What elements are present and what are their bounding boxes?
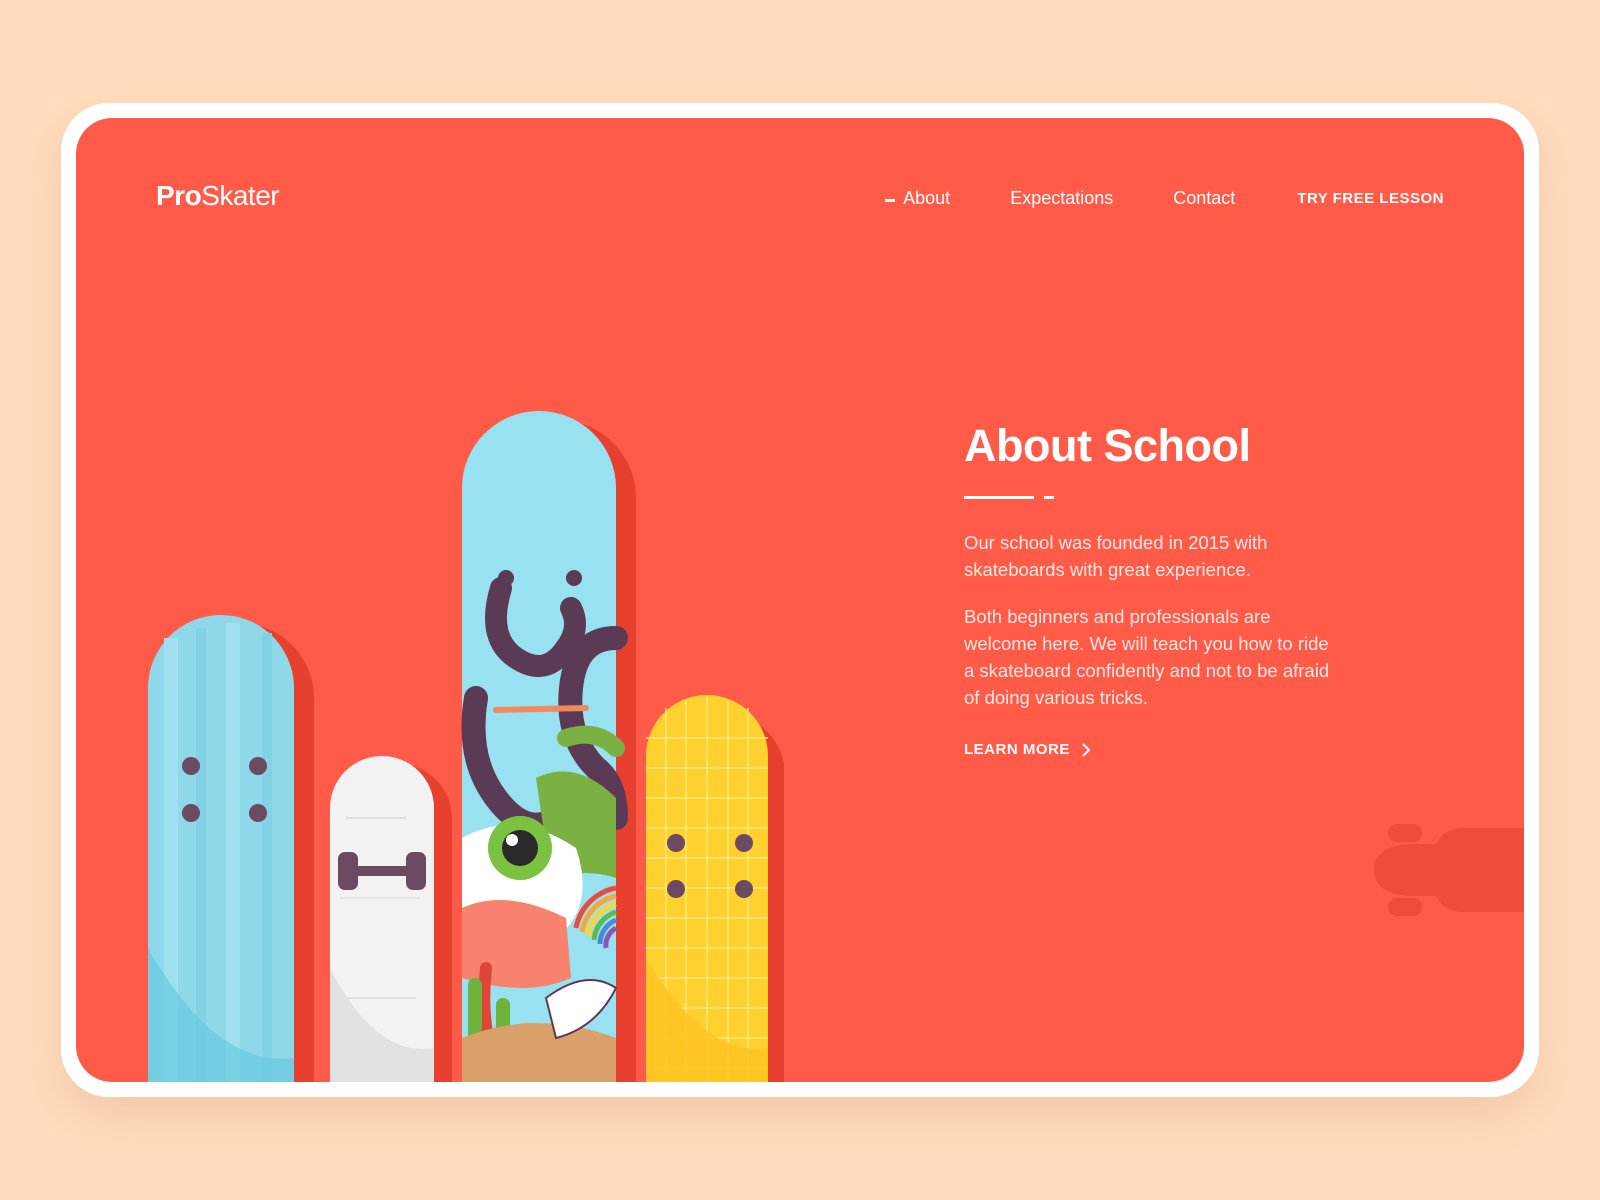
- intro-paragraph: Our school was founded in 2015 with skat…: [964, 532, 1268, 580]
- learn-more-label: LEARN MORE: [964, 741, 1070, 758]
- body-paragraph: Both beginners and professionals are wel…: [964, 606, 1330, 708]
- main-panel: ProSkater About Expectations Contact TRY…: [76, 118, 1524, 1082]
- nav-item-contact[interactable]: Contact: [1173, 188, 1235, 209]
- skateboards-illustration: [148, 411, 784, 1082]
- chevron-right-icon: [1082, 743, 1090, 756]
- board-yellow: [646, 695, 784, 1082]
- nav-item-expectations[interactable]: Expectations: [1010, 188, 1113, 209]
- skateboard-icon: [1374, 824, 1524, 916]
- board-white: [330, 756, 452, 1082]
- about-section: About School Our school was founded in 2…: [964, 420, 1334, 759]
- top-nav: About Expectations Contact TRY FREE LESS…: [885, 188, 1444, 209]
- try-free-lesson-button[interactable]: TRY FREE LESSON: [1297, 190, 1444, 207]
- board-graphic: [461, 411, 636, 1082]
- page-title: About School: [964, 420, 1251, 471]
- nav-item-about[interactable]: About: [885, 188, 950, 209]
- board-blue: [148, 615, 314, 1082]
- learn-more-link[interactable]: LEARN MORE: [964, 741, 1091, 758]
- title-divider: [964, 496, 1334, 499]
